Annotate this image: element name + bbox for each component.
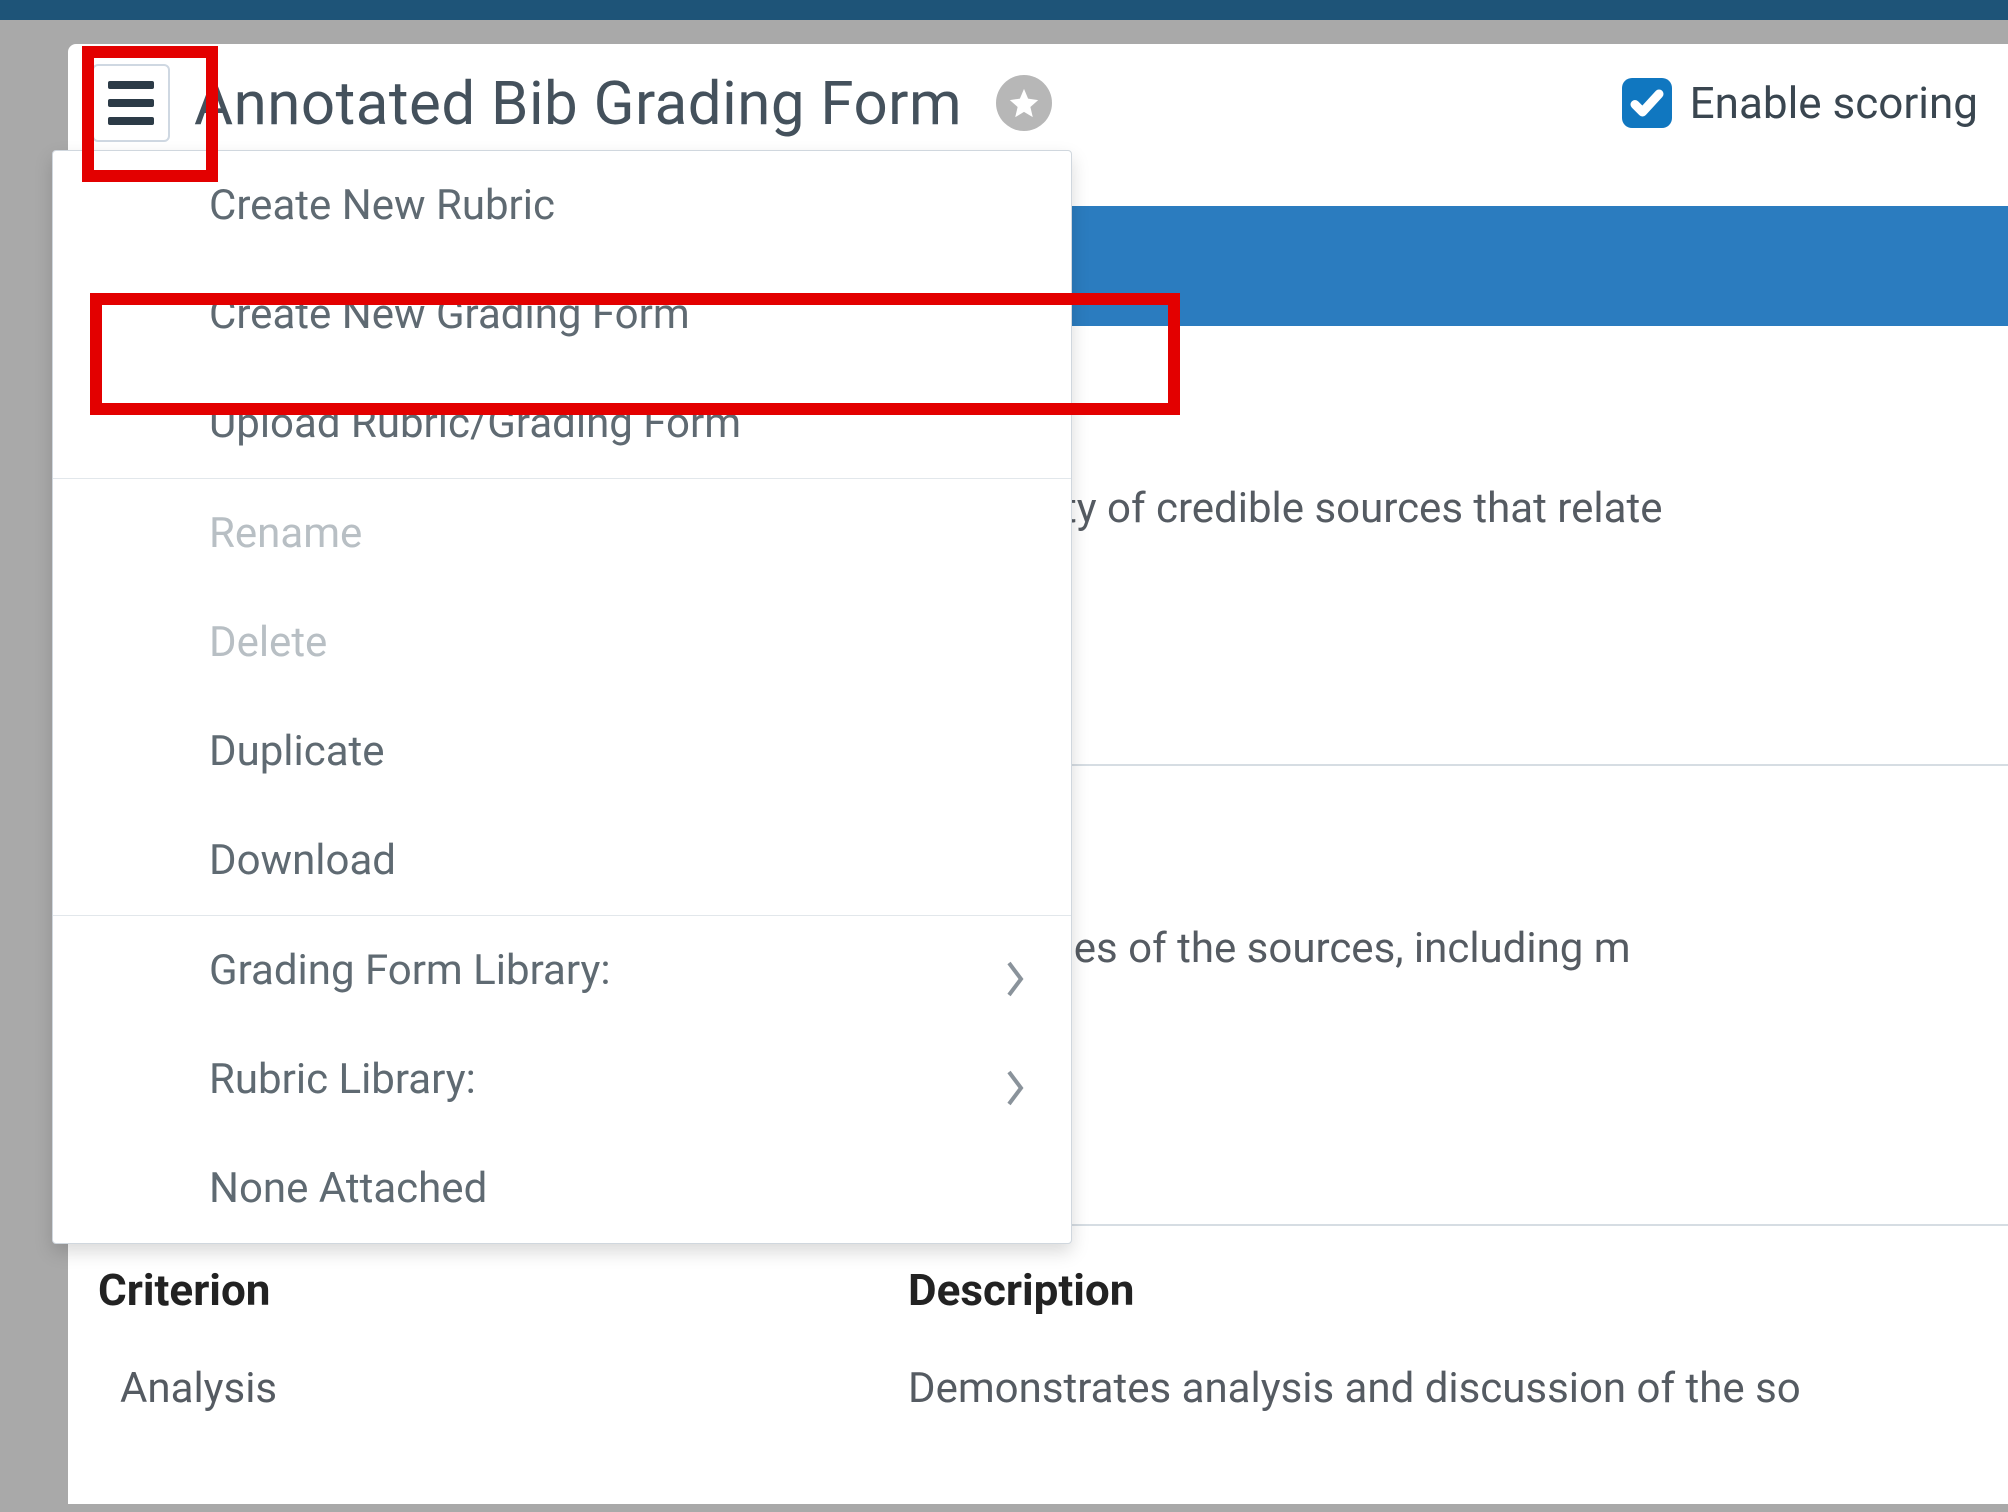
app-top-strip: [0, 0, 2008, 20]
favorite-star-button[interactable]: [996, 75, 1052, 131]
menu-item-label: Duplicate: [209, 727, 385, 776]
criterion-description: Demonstrates analysis and discussion of …: [908, 1364, 2008, 1413]
page-title: Annotated Bib Grading Form: [194, 68, 962, 139]
enable-scoring-toggle[interactable]: Enable scoring: [1622, 77, 1978, 129]
menu-create-new-rubric[interactable]: Create New Rubric: [53, 151, 1071, 260]
menu-grading-form-library[interactable]: Grading Form Library:: [53, 916, 1071, 1025]
menu-rubric-library[interactable]: Rubric Library:: [53, 1025, 1071, 1134]
criterion-description: summaries of the sources, including m: [908, 924, 2008, 973]
menu-item-label: Upload Rubric/Grading Form: [209, 399, 741, 448]
menu-upload-rubric-grading-form[interactable]: Upload Rubric/Grading Form: [53, 369, 1071, 478]
panel-header: Annotated Bib Grading Form Enable scorin…: [68, 44, 2008, 162]
menu-item-label: None Attached: [209, 1164, 487, 1213]
criterion-header: Criterion: [98, 1264, 908, 1316]
menu-rename: Rename: [53, 479, 1071, 588]
menu-item-label: Grading Form Library:: [209, 946, 611, 995]
menu-delete: Delete: [53, 588, 1071, 697]
menu-duplicate[interactable]: Duplicate: [53, 697, 1071, 806]
menu-item-label: Delete: [209, 618, 327, 667]
menu-item-label: Rubric Library:: [209, 1055, 476, 1104]
criterion-description: s a variety of credible sources that rel…: [908, 484, 2008, 533]
chevron-right-icon: [1003, 1068, 1027, 1092]
hamburger-menu-button[interactable]: [92, 64, 170, 142]
hamburger-dropdown-menu: Create New Rubric Create New Grading For…: [52, 150, 1072, 1244]
enable-scoring-checkbox[interactable]: [1622, 78, 1672, 128]
criterion-name: Analysis: [98, 1364, 908, 1413]
menu-item-label: Download: [209, 836, 396, 885]
menu-none-attached[interactable]: None Attached: [53, 1134, 1071, 1243]
menu-item-label: Create New Rubric: [209, 181, 555, 230]
checkmark-icon: [1629, 85, 1665, 121]
hamburger-line: [108, 99, 154, 107]
criterion-section: Criterion Description Analysis Demonstra…: [98, 1264, 2008, 1413]
menu-create-new-grading-form[interactable]: Create New Grading Form: [53, 260, 1071, 369]
star-icon: [1007, 86, 1041, 120]
menu-download[interactable]: Download: [53, 806, 1071, 915]
menu-item-label: Rename: [209, 509, 362, 558]
hamburger-line: [108, 117, 154, 125]
hamburger-line: [108, 81, 154, 89]
enable-scoring-label: Enable scoring: [1690, 77, 1978, 129]
menu-item-label: Create New Grading Form: [209, 290, 690, 339]
chevron-right-icon: [1003, 959, 1027, 983]
description-header: Description: [908, 1264, 1134, 1316]
